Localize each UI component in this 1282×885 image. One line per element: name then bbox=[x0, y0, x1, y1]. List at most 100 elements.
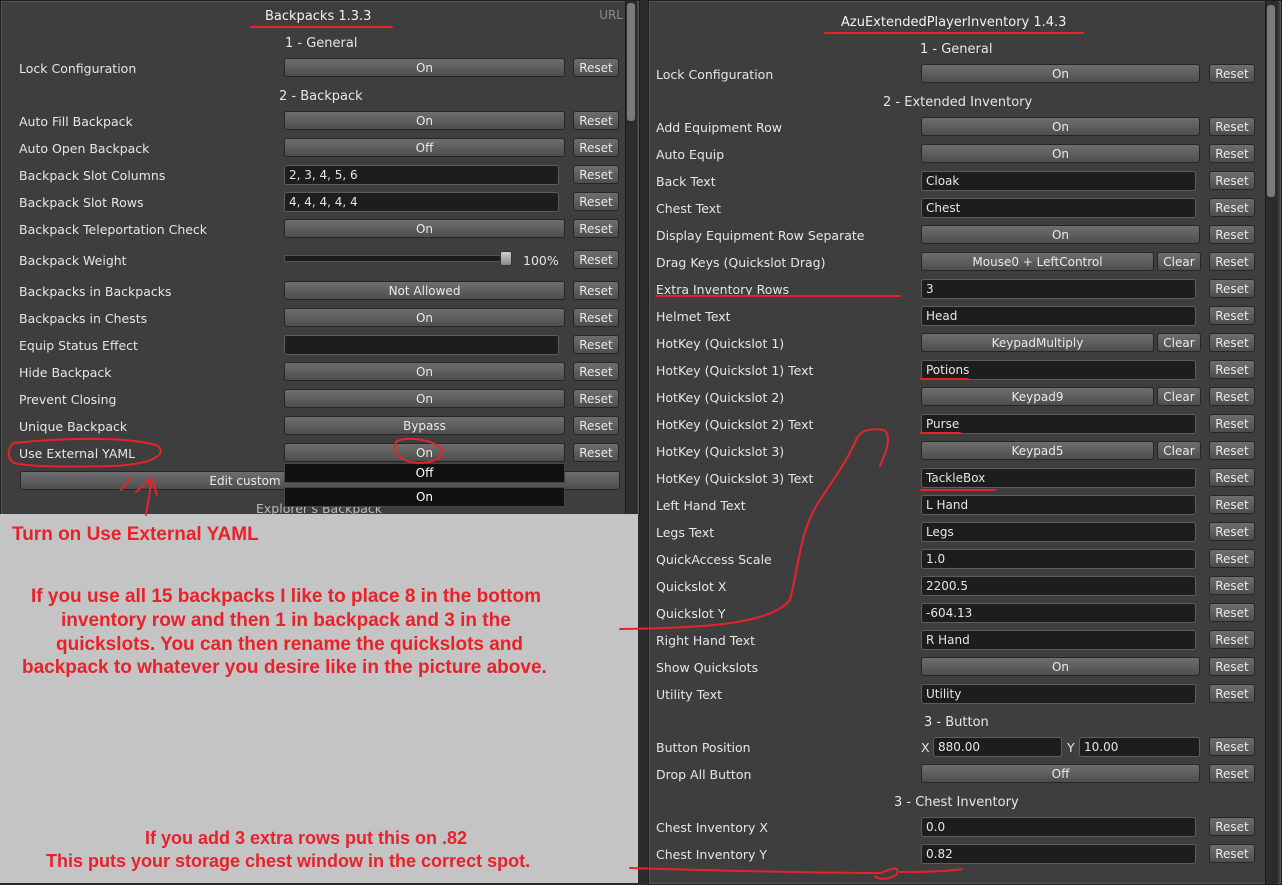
right-scrollbar-thumb[interactable] bbox=[1267, 5, 1275, 197]
toggle-backpack-teleportation-check[interactable]: On bbox=[284, 219, 565, 238]
toggle-auto-equip[interactable]: On bbox=[921, 144, 1200, 163]
label-legs-text: Legs Text bbox=[656, 525, 715, 540]
reset-button-add-equipment-row[interactable]: Reset bbox=[1209, 117, 1255, 136]
reset-button-backpacks-in-chests[interactable]: Reset bbox=[573, 308, 619, 327]
reset-button-quickslot-y[interactable]: Reset bbox=[1209, 603, 1255, 622]
clear-button-drag-keys-quickslot-drag-[interactable]: Clear bbox=[1157, 252, 1201, 271]
input-utility-text[interactable]: Utility bbox=[921, 684, 1196, 704]
reset-button-hotkey-quickslot-1-text[interactable]: Reset bbox=[1209, 360, 1255, 379]
key-hotkey-quickslot-3-[interactable]: Keypad5 bbox=[921, 441, 1154, 460]
reset-button-auto-equip[interactable]: Reset bbox=[1209, 144, 1255, 163]
reset-button-auto-fill-backpack[interactable]: Reset bbox=[573, 111, 619, 130]
dropdown-option-off[interactable]: Off bbox=[284, 463, 565, 483]
reset-button-backpack-weight[interactable]: Reset bbox=[573, 250, 619, 269]
clear-button-hotkey-quickslot-2-[interactable]: Clear bbox=[1157, 387, 1201, 406]
input-hotkey-quickslot-1-text[interactable]: Potions bbox=[921, 360, 1196, 380]
input-backpack-slot-rows[interactable]: 4, 4, 4, 4, 4 bbox=[284, 192, 559, 212]
toggle-show-quickslots[interactable]: On bbox=[921, 657, 1200, 676]
reset-button-button-position[interactable]: Reset bbox=[1209, 737, 1255, 756]
slider-knob-backpack-weight[interactable] bbox=[500, 251, 512, 266]
reset-button-backpack-slot-rows[interactable]: Reset bbox=[573, 192, 619, 211]
reset-button-hotkey-quickslot-1-[interactable]: Reset bbox=[1209, 333, 1255, 352]
input-button-position-y[interactable]: 10.00 bbox=[1079, 737, 1200, 757]
reset-button-utility-text[interactable]: Reset bbox=[1209, 684, 1255, 703]
reset-button-quickaccess-scale[interactable]: Reset bbox=[1209, 549, 1255, 568]
reset-button-chest-inventory-x[interactable]: Reset bbox=[1209, 817, 1255, 836]
toggle-display-equipment-row-separate[interactable]: On bbox=[921, 225, 1200, 244]
reset-button-backpack-teleportation-check[interactable]: Reset bbox=[573, 219, 619, 238]
input-left-hand-text[interactable]: L Hand bbox=[921, 495, 1196, 515]
reset-button-unique-backpack[interactable]: Reset bbox=[573, 416, 619, 435]
toggle-prevent-closing[interactable]: On bbox=[284, 389, 565, 408]
reset-button-left-hand-text[interactable]: Reset bbox=[1209, 495, 1255, 514]
input-legs-text[interactable]: Legs bbox=[921, 522, 1196, 542]
clear-button-hotkey-quickslot-3-[interactable]: Clear bbox=[1157, 441, 1201, 460]
toggle-backpacks-in-chests[interactable]: On bbox=[284, 308, 565, 327]
label-backpack-teleportation-check: Backpack Teleportation Check bbox=[19, 222, 208, 237]
backpacks-config-panel: Backpacks 1.3.3 URL 1 - General 2 - Backp… bbox=[0, 0, 640, 516]
input-quickaccess-scale[interactable]: 1.0 bbox=[921, 549, 1196, 569]
reset-button-backpacks-in-backpacks[interactable]: Reset bbox=[573, 281, 619, 300]
left-scrollbar-thumb[interactable] bbox=[627, 3, 635, 121]
key-drag-keys-quickslot-drag-[interactable]: Mouse0 + LeftControl bbox=[921, 252, 1154, 271]
toggle-auto-open-backpack[interactable]: Off bbox=[284, 138, 565, 157]
toggle-add-equipment-row[interactable]: On bbox=[921, 117, 1200, 136]
reset-button-hotkey-quickslot-2-text[interactable]: Reset bbox=[1209, 414, 1255, 433]
reset-button-chest-inventory-y[interactable]: Reset bbox=[1209, 844, 1255, 863]
input-right-hand-text[interactable]: R Hand bbox=[921, 630, 1196, 650]
section-general[interactable]: 1 - General bbox=[285, 36, 357, 51]
reset-button-back-text[interactable]: Reset bbox=[1209, 171, 1255, 190]
reset-button-show-quickslots[interactable]: Reset bbox=[1209, 657, 1255, 676]
input-chest-text[interactable]: Chest bbox=[921, 198, 1196, 218]
reset-button-equip-status-effect[interactable]: Reset bbox=[573, 335, 619, 354]
reset-button-drop-all-button[interactable]: Reset bbox=[1209, 764, 1255, 783]
reset-button-prevent-closing[interactable]: Reset bbox=[573, 389, 619, 408]
toggle-backpacks-in-backpacks[interactable]: Not Allowed bbox=[284, 281, 565, 300]
slider-backpack-weight[interactable] bbox=[284, 255, 512, 262]
section-backpack[interactable]: 2 - Backpack bbox=[279, 89, 363, 104]
input-button-position-x[interactable]: 880.00 bbox=[933, 737, 1062, 757]
input-helmet-text[interactable]: Head bbox=[921, 306, 1196, 326]
input-chest-inventory-x[interactable]: 0.0 bbox=[921, 817, 1196, 837]
reset-button-use-external-yaml[interactable]: Reset bbox=[573, 443, 619, 462]
input-quickslot-x[interactable]: 2200.5 bbox=[921, 576, 1196, 596]
reset-button-lock-configuration[interactable]: Reset bbox=[1209, 64, 1255, 83]
input-hotkey-quickslot-3-text[interactable]: TackleBox bbox=[921, 468, 1196, 488]
toggle-lock-configuration[interactable]: On bbox=[921, 64, 1200, 83]
toggle-hide-backpack[interactable]: On bbox=[284, 362, 565, 381]
input-hotkey-quickslot-2-text[interactable]: Purse bbox=[921, 414, 1196, 434]
input-backpack-slot-columns[interactable]: 2, 3, 4, 5, 6 bbox=[284, 165, 559, 185]
reset-button-quickslot-x[interactable]: Reset bbox=[1209, 576, 1255, 595]
left-scrollbar[interactable] bbox=[625, 1, 637, 515]
clear-button-hotkey-quickslot-1-[interactable]: Clear bbox=[1157, 333, 1201, 352]
reset-button-hotkey-quickslot-3-[interactable]: Reset bbox=[1209, 441, 1255, 460]
toggle-unique-backpack[interactable]: Bypass bbox=[284, 416, 565, 435]
input-back-text[interactable]: Cloak bbox=[921, 171, 1196, 191]
dropdown-option-on[interactable]: On bbox=[284, 487, 565, 507]
input-quickslot-y[interactable]: -604.13 bbox=[921, 603, 1196, 623]
url-label[interactable]: URL bbox=[599, 8, 623, 22]
reset-button-right-hand-text[interactable]: Reset bbox=[1209, 630, 1255, 649]
reset-button-extra-inventory-rows[interactable]: Reset bbox=[1209, 279, 1255, 298]
reset-button-lock-configuration[interactable]: Reset bbox=[573, 58, 619, 77]
right-scrollbar[interactable] bbox=[1265, 1, 1278, 884]
input-extra-inventory-rows[interactable]: 3 bbox=[921, 279, 1196, 299]
toggle-lock-configuration[interactable]: On bbox=[284, 58, 565, 77]
reset-button-hotkey-quickslot-2-[interactable]: Reset bbox=[1209, 387, 1255, 406]
toggle-auto-fill-backpack[interactable]: On bbox=[284, 111, 565, 130]
reset-button-helmet-text[interactable]: Reset bbox=[1209, 306, 1255, 325]
toggle-use-external-yaml[interactable]: On bbox=[284, 443, 565, 462]
reset-button-backpack-slot-columns[interactable]: Reset bbox=[573, 165, 619, 184]
reset-button-hide-backpack[interactable]: Reset bbox=[573, 362, 619, 381]
reset-button-auto-open-backpack[interactable]: Reset bbox=[573, 138, 619, 157]
input-chest-inventory-y[interactable]: 0.82 bbox=[921, 844, 1196, 864]
reset-button-legs-text[interactable]: Reset bbox=[1209, 522, 1255, 541]
reset-button-display-equipment-row-separate[interactable]: Reset bbox=[1209, 225, 1255, 244]
reset-button-chest-text[interactable]: Reset bbox=[1209, 198, 1255, 217]
toggle-drop-all-button[interactable]: Off bbox=[921, 764, 1200, 783]
key-hotkey-quickslot-2-[interactable]: Keypad9 bbox=[921, 387, 1154, 406]
reset-button-hotkey-quickslot-3-text[interactable]: Reset bbox=[1209, 468, 1255, 487]
input-equip-status-effect[interactable] bbox=[284, 335, 559, 355]
reset-button-drag-keys-quickslot-drag-[interactable]: Reset bbox=[1209, 252, 1255, 271]
key-hotkey-quickslot-1-[interactable]: KeypadMultiply bbox=[921, 333, 1154, 352]
